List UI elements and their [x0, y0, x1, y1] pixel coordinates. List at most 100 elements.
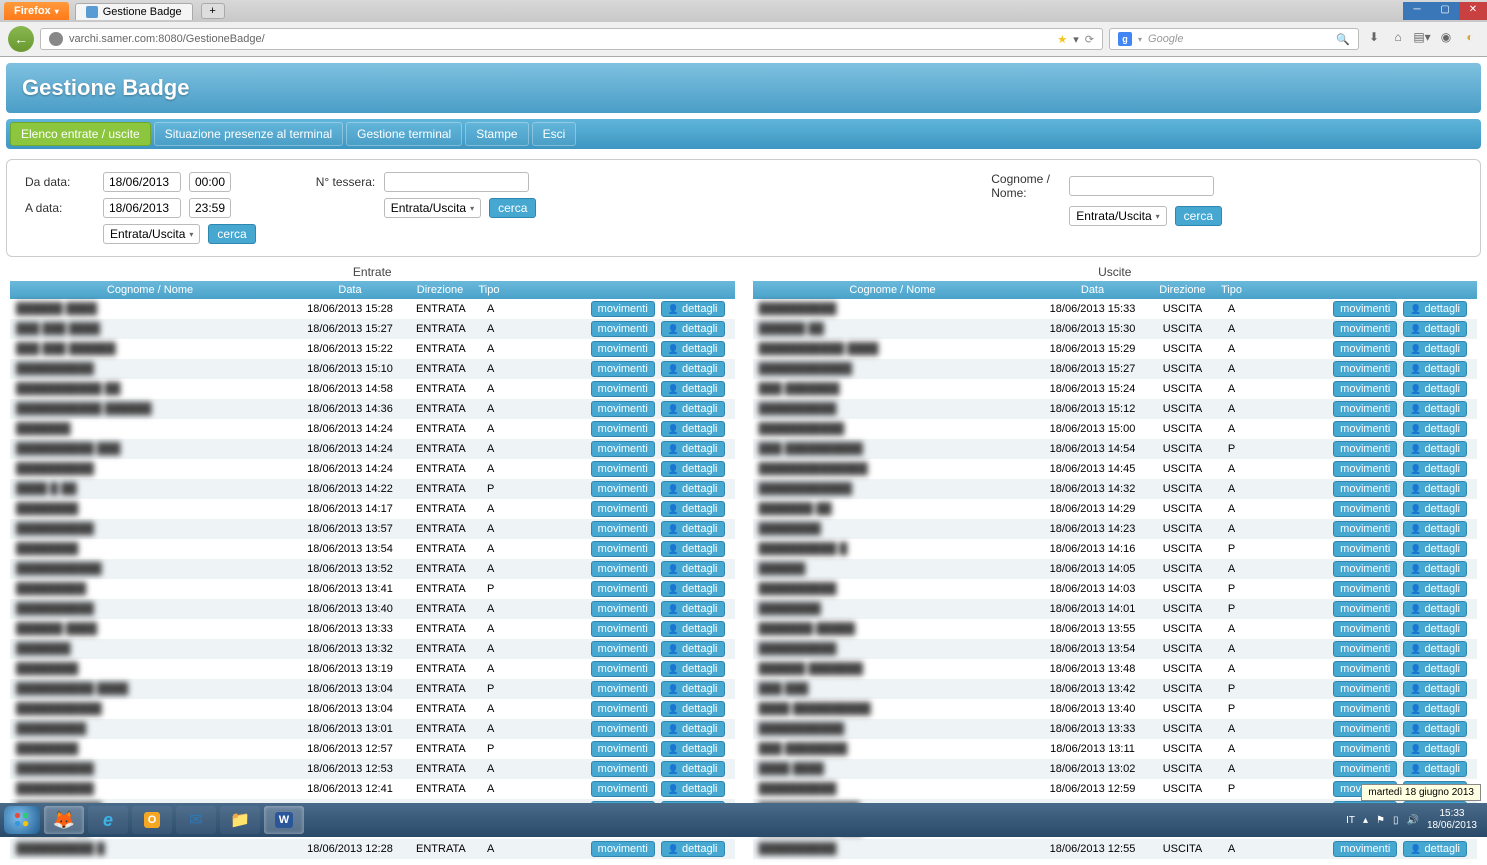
movimenti-button[interactable]: movimenti: [591, 421, 655, 437]
movimenti-button[interactable]: movimenti: [1333, 441, 1397, 457]
dettagli-button[interactable]: 👤dettagli: [661, 581, 725, 597]
dropdown-icon[interactable]: ▾: [1138, 35, 1142, 44]
dettagli-button[interactable]: 👤dettagli: [661, 401, 725, 417]
downloads-icon[interactable]: ⬇: [1365, 30, 1383, 48]
movimenti-button[interactable]: movimenti: [1333, 341, 1397, 357]
dettagli-button[interactable]: 👤dettagli: [1403, 401, 1467, 417]
start-button[interactable]: [4, 806, 40, 834]
movimenti-button[interactable]: movimenti: [591, 481, 655, 497]
dettagli-button[interactable]: 👤dettagli: [1403, 501, 1467, 517]
movimenti-button[interactable]: movimenti: [1333, 501, 1397, 517]
tray-volume-icon[interactable]: 🔊: [1406, 815, 1418, 826]
cerca-button-3[interactable]: cerca: [1175, 206, 1222, 226]
movimenti-button[interactable]: movimenti: [1333, 601, 1397, 617]
dettagli-button[interactable]: 👤dettagli: [1403, 841, 1467, 857]
dettagli-button[interactable]: 👤dettagli: [661, 301, 725, 317]
a-date-input[interactable]: [103, 198, 181, 218]
movimenti-button[interactable]: movimenti: [1333, 361, 1397, 377]
dettagli-button[interactable]: 👤dettagli: [661, 621, 725, 637]
nav-tab[interactable]: Stampe: [465, 122, 528, 146]
new-tab-button[interactable]: +: [201, 3, 225, 19]
feed-icon[interactable]: ◉: [1437, 30, 1455, 48]
dettagli-button[interactable]: 👤dettagli: [1403, 681, 1467, 697]
movimenti-button[interactable]: movimenti: [1333, 321, 1397, 337]
tray-chevron-icon[interactable]: ▴: [1363, 815, 1368, 826]
movimenti-button[interactable]: movimenti: [1333, 761, 1397, 777]
back-button[interactable]: ←: [8, 26, 34, 52]
window-close-button[interactable]: ✕: [1459, 2, 1487, 20]
window-minimize-button[interactable]: ─: [1403, 2, 1431, 20]
movimenti-button[interactable]: movimenti: [591, 661, 655, 677]
movimenti-button[interactable]: movimenti: [591, 601, 655, 617]
movimenti-button[interactable]: movimenti: [1333, 301, 1397, 317]
dettagli-button[interactable]: 👤dettagli: [661, 641, 725, 657]
movimenti-button[interactable]: movimenti: [591, 561, 655, 577]
movimenti-button[interactable]: movimenti: [591, 581, 655, 597]
movimenti-button[interactable]: movimenti: [591, 541, 655, 557]
dettagli-button[interactable]: 👤dettagli: [661, 501, 725, 517]
taskbar-ie-icon[interactable]: e: [88, 806, 128, 834]
movimenti-button[interactable]: movimenti: [1333, 661, 1397, 677]
dettagli-button[interactable]: 👤dettagli: [1403, 661, 1467, 677]
dettagli-button[interactable]: 👤dettagli: [1403, 441, 1467, 457]
dettagli-button[interactable]: 👤dettagli: [661, 421, 725, 437]
direction-dropdown-2[interactable]: Entrata/Uscita: [384, 198, 481, 218]
movimenti-button[interactable]: movimenti: [591, 381, 655, 397]
movimenti-button[interactable]: movimenti: [1333, 741, 1397, 757]
movimenti-button[interactable]: movimenti: [1333, 461, 1397, 477]
movimenti-button[interactable]: movimenti: [591, 681, 655, 697]
dettagli-button[interactable]: 👤dettagli: [661, 481, 725, 497]
dettagli-button[interactable]: 👤dettagli: [1403, 641, 1467, 657]
movimenti-button[interactable]: movimenti: [1333, 541, 1397, 557]
dettagli-button[interactable]: 👤dettagli: [1403, 481, 1467, 497]
dettagli-button[interactable]: 👤dettagli: [1403, 581, 1467, 597]
taskbar-outlook-icon[interactable]: O: [132, 806, 172, 834]
cognome-input[interactable]: [1069, 176, 1214, 196]
search-icon[interactable]: 🔍: [1336, 33, 1350, 46]
tray-clock[interactable]: 15:33 18/06/2013: [1427, 808, 1477, 832]
dettagli-button[interactable]: 👤dettagli: [1403, 321, 1467, 337]
nav-tab[interactable]: Esci: [532, 122, 577, 146]
movimenti-button[interactable]: movimenti: [591, 361, 655, 377]
dettagli-button[interactable]: 👤dettagli: [661, 341, 725, 357]
movimenti-button[interactable]: movimenti: [1333, 381, 1397, 397]
dettagli-button[interactable]: 👤dettagli: [1403, 381, 1467, 397]
movimenti-button[interactable]: movimenti: [1333, 641, 1397, 657]
movimenti-button[interactable]: movimenti: [591, 621, 655, 637]
addon-icon[interactable]: ◐: [1461, 30, 1479, 48]
dettagli-button[interactable]: 👤dettagli: [661, 361, 725, 377]
dettagli-button[interactable]: 👤dettagli: [661, 781, 725, 797]
dettagli-button[interactable]: 👤dettagli: [1403, 461, 1467, 477]
movimenti-button[interactable]: movimenti: [591, 441, 655, 457]
movimenti-button[interactable]: movimenti: [1333, 421, 1397, 437]
nav-tab[interactable]: Gestione terminal: [346, 122, 462, 146]
movimenti-button[interactable]: movimenti: [591, 761, 655, 777]
movimenti-button[interactable]: movimenti: [1333, 401, 1397, 417]
direction-dropdown[interactable]: Entrata/Uscita: [103, 224, 200, 244]
dettagli-button[interactable]: 👤dettagli: [1403, 361, 1467, 377]
dettagli-button[interactable]: 👤dettagli: [661, 321, 725, 337]
bookmarks-icon[interactable]: ▤▾: [1413, 30, 1431, 48]
movimenti-button[interactable]: movimenti: [1333, 701, 1397, 717]
nav-tab[interactable]: Elenco entrate / uscite: [10, 122, 151, 146]
movimenti-button[interactable]: movimenti: [591, 721, 655, 737]
movimenti-button[interactable]: movimenti: [1333, 721, 1397, 737]
dettagli-button[interactable]: 👤dettagli: [1403, 701, 1467, 717]
movimenti-button[interactable]: movimenti: [1333, 621, 1397, 637]
dettagli-button[interactable]: 👤dettagli: [661, 541, 725, 557]
movimenti-button[interactable]: movimenti: [591, 641, 655, 657]
dettagli-button[interactable]: 👤dettagli: [661, 721, 725, 737]
movimenti-button[interactable]: movimenti: [591, 301, 655, 317]
movimenti-button[interactable]: movimenti: [1333, 841, 1397, 857]
dettagli-button[interactable]: 👤dettagli: [1403, 541, 1467, 557]
movimenti-button[interactable]: movimenti: [1333, 681, 1397, 697]
dettagli-button[interactable]: 👤dettagli: [661, 681, 725, 697]
firefox-menu-button[interactable]: Firefox: [4, 2, 69, 20]
dettagli-button[interactable]: 👤dettagli: [661, 461, 725, 477]
dettagli-button[interactable]: 👤dettagli: [1403, 741, 1467, 757]
movimenti-button[interactable]: movimenti: [1333, 481, 1397, 497]
dettagli-button[interactable]: 👤dettagli: [1403, 721, 1467, 737]
movimenti-button[interactable]: movimenti: [1333, 561, 1397, 577]
taskbar-firefox-icon[interactable]: 🦊: [44, 806, 84, 834]
direction-dropdown-3[interactable]: Entrata/Uscita: [1069, 206, 1166, 226]
